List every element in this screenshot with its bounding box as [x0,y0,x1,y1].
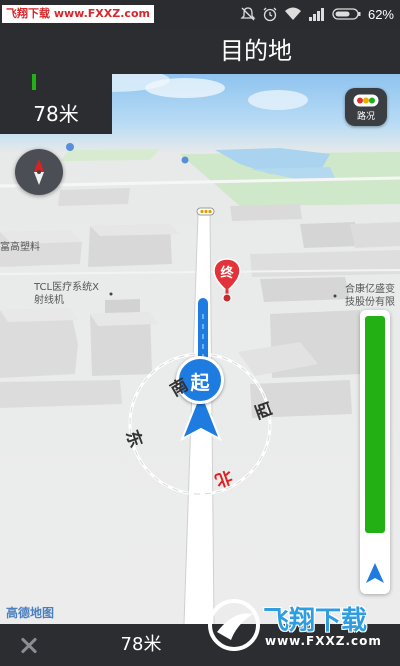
poi-label: 合康亿盛变 [345,284,395,295]
status-icons: 62% [240,4,394,24]
remaining-distance: 78米 [120,634,162,655]
mute-icon [240,7,256,21]
watermark-bottom: 飞翔下载 www.FXXZ.com [205,596,400,654]
alarm-icon [263,7,277,22]
compass-button[interactable] [15,149,63,195]
progress-arrow-icon [366,563,384,583]
next-turn-distance: 78米 [33,102,79,126]
nav-header: 目的地 [0,28,400,74]
watermark-top: 飞翔下载 www.FXXZ.com [2,5,154,23]
watermark-name: 飞翔下载 [263,606,368,636]
map-canvas [0,74,400,624]
poi-label: 富高塑料 [0,242,40,253]
traffic-toggle-button[interactable]: 路况 [345,88,387,126]
end-marker[interactable]: 终 [211,257,243,303]
traffic-toggle-label: 路况 [356,112,375,122]
status-bar: 飞翔下载 www.FXXZ.com 62% [0,0,400,28]
signal-icon [308,8,324,21]
route-progress-fill [365,316,385,533]
destination-title: 目的地 [220,37,292,65]
map-view[interactable]: 起 终 南 西 东 北 富高塑料 TCL医疗系统X 射线机 合康亿盛变 技股份有… [0,74,400,624]
battery-icon [332,8,361,20]
watermark-url: www.FXXZ.com [265,634,382,648]
battery-percent: 62% [367,6,394,22]
route-progress-bar [360,310,390,594]
traffic-light-icon [353,94,379,107]
exit-navigation-button[interactable] [0,624,58,666]
poi-label: 技股份有限 [345,297,395,308]
compass-needle-icon [34,159,44,185]
amap-logo: 高德地图 [6,606,55,620]
watermark-logo-icon [208,599,260,651]
wifi-icon [284,7,301,20]
end-marker-label: 终 [220,266,234,281]
poi-label: TCL医疗系统X [34,282,99,293]
poi-label: 射线机 [34,295,64,306]
